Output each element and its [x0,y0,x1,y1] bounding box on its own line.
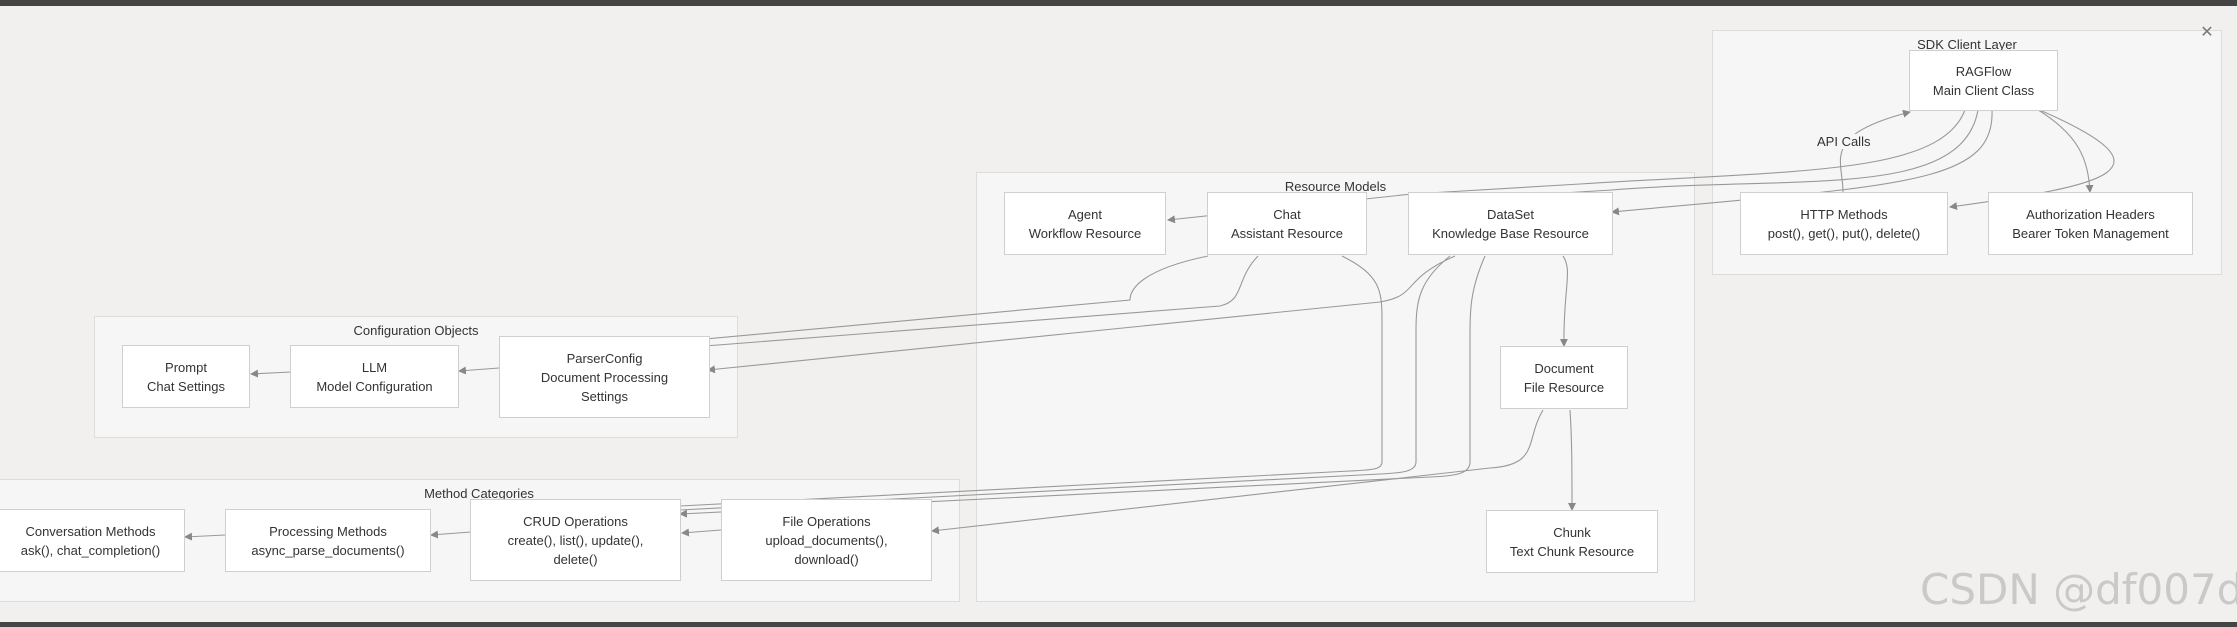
node-subtitle: Bearer Token Management [2012,225,2169,241]
node-title: Chunk [1553,524,1591,540]
edge-llm-to-prompt [250,369,292,378]
node-chunk[interactable]: Chunk Text Chunk Resource [1486,510,1658,573]
node-subtitle: async_parse_documents() [251,542,405,558]
edge-document-to-fileops [931,409,1544,535]
node-subtitle: Main Client Class [1932,82,2035,98]
node-subtitle: upload_documents(), [765,532,888,548]
node-subtitle: File Resource [1523,379,1605,395]
node-subtitle: Model Configuration [316,378,433,394]
node-title: DataSet [1487,206,1534,222]
node-title: CRUD Operations [523,513,628,529]
node-http-methods[interactable]: HTTP Methods post(), get(), put(), delet… [1740,192,1948,255]
node-authorization-headers[interactable]: Authorization Headers Bearer Token Manag… [1988,192,2193,255]
node-subtitle-2: download() [794,551,859,567]
node-ragflow[interactable]: RAGFlow Main Client Class [1909,50,2058,111]
edge-chat-to-methods [679,255,1383,507]
node-agent[interactable]: Agent Workflow Resource [1004,192,1166,255]
node-title: Chat [1273,206,1301,222]
node-title: Conversation Methods [25,523,156,539]
node-title: Processing Methods [269,523,387,539]
node-document[interactable]: Document File Resource [1500,346,1628,409]
node-subtitle: Assistant Resource [1231,225,1343,241]
edge-dataset-to-parserconfig [707,255,1456,374]
edge-dataset-to-document [1559,255,1568,347]
node-title: LLM [361,359,388,375]
node-dataset[interactable]: DataSet Knowledge Base Resource [1408,192,1613,255]
node-title: ParserConfig [566,350,643,366]
node-title: Agent [1068,206,1102,222]
watermark: CSDN @df007df [1920,565,2237,614]
node-file-operations[interactable]: File Operations upload_documents(), down… [721,499,932,581]
edge-document-to-chunk [1567,409,1576,511]
node-crud-operations[interactable]: CRUD Operations create(), list(), update… [470,499,681,581]
node-title: HTTP Methods [1800,206,1888,222]
node-title: RAGFlow [1955,63,2012,79]
node-prompt[interactable]: Prompt Chat Settings [122,345,250,408]
node-llm[interactable]: LLM Model Configuration [290,345,459,408]
node-subtitle-2: delete() [553,551,598,567]
node-subtitle: Text Chunk Resource [1509,543,1635,559]
close-icon[interactable]: ✕ [2200,25,2214,41]
node-title: Document [1534,360,1594,376]
node-subtitle: ask(), chat_completion() [20,542,161,558]
node-subtitle: post(), get(), put(), delete() [1767,225,1921,241]
edge-crud-to-processing [430,530,472,539]
edge-fileops-to-crud [681,528,722,537]
node-subtitle-2: Settings [581,388,628,404]
node-conversation-methods[interactable]: Conversation Methods ask(), chat_complet… [0,509,185,572]
node-subtitle: create(), list(), update(), [507,532,644,548]
edge-processing-to-conversation [184,532,226,541]
node-title: File Operations [782,513,871,529]
node-title: Authorization Headers [2026,206,2155,222]
node-chat[interactable]: Chat Assistant Resource [1207,192,1367,255]
edge-http-to-ragflow [1839,109,1911,193]
node-subtitle: Knowledge Base Resource [1432,225,1589,241]
node-processing-methods[interactable]: Processing Methods async_parse_documents… [225,509,431,572]
node-subtitle: Chat Settings [146,378,226,394]
edge-ragflow-to-chat [1413,109,1979,206]
node-subtitle: Document Processing [540,369,669,385]
node-parser-config[interactable]: ParserConfig Document Processing Setting… [499,336,710,418]
bottom-window-bar [0,622,2237,627]
edge-label-api-calls: API Calls [1815,134,1873,149]
node-title: Prompt [165,359,207,375]
node-subtitle: Workflow Resource [1028,225,1142,241]
edge-parser-to-llm [458,366,500,375]
